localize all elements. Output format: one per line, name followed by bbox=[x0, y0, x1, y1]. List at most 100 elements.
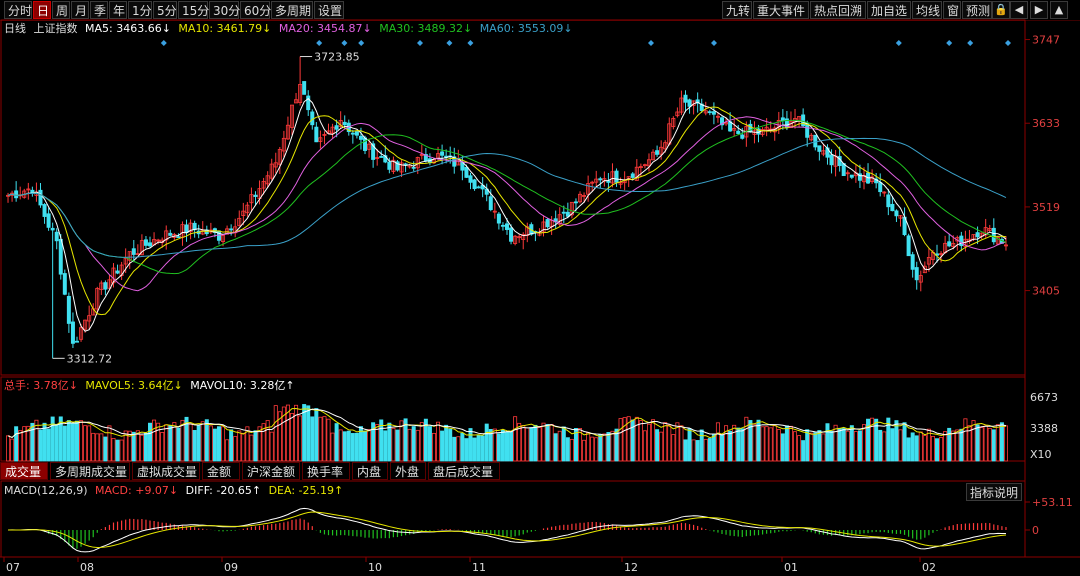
volume-bar bbox=[975, 424, 980, 462]
volume-bar bbox=[513, 416, 518, 462]
volume-bar bbox=[610, 430, 615, 462]
volume-bar bbox=[253, 430, 258, 462]
volume-bar bbox=[817, 430, 822, 462]
volume-bar bbox=[663, 422, 668, 462]
volume-bar bbox=[586, 432, 591, 462]
volume-bar bbox=[602, 433, 607, 462]
volume-bar bbox=[939, 437, 944, 462]
candle-body bbox=[58, 238, 63, 275]
candle-body bbox=[914, 267, 919, 281]
volume-bar bbox=[200, 421, 205, 462]
volume-bar bbox=[914, 435, 919, 462]
candle-body bbox=[70, 321, 75, 344]
volume-bar bbox=[683, 439, 688, 462]
volume-bar bbox=[156, 422, 161, 462]
volume-bar bbox=[480, 435, 485, 462]
volume-bar bbox=[387, 422, 392, 462]
volume-bar bbox=[160, 432, 165, 462]
volume-bar bbox=[273, 405, 278, 462]
candle-body bbox=[975, 232, 980, 238]
candle-body bbox=[813, 134, 818, 148]
volume-bar bbox=[464, 438, 469, 462]
volume-bar bbox=[431, 432, 436, 462]
volume-bar bbox=[452, 436, 457, 462]
volume-bar bbox=[476, 434, 481, 462]
volume-bar bbox=[298, 415, 303, 462]
volume-bar bbox=[651, 419, 656, 462]
volume-bar bbox=[898, 429, 903, 462]
candle-body bbox=[849, 174, 854, 178]
volume-bar bbox=[148, 422, 153, 462]
volume-bar bbox=[833, 424, 838, 462]
candle-body bbox=[545, 219, 550, 228]
candle-body bbox=[894, 210, 899, 217]
volume-bar bbox=[788, 425, 793, 462]
volume-bar bbox=[62, 425, 67, 462]
date-label-1: 08 bbox=[80, 561, 94, 574]
y-tick-label-0: 3747 bbox=[1032, 34, 1060, 47]
date-label-5: 12 bbox=[624, 561, 638, 574]
date-label-6: 01 bbox=[784, 561, 798, 574]
volume-bar bbox=[135, 430, 140, 462]
volume-bar bbox=[728, 430, 733, 462]
volume-bar bbox=[38, 429, 43, 462]
ma30-line bbox=[7, 119, 1007, 275]
volume-bar bbox=[318, 416, 323, 462]
date-label-2: 09 bbox=[224, 561, 238, 574]
volume-bar bbox=[172, 422, 177, 462]
volume-bar bbox=[436, 421, 441, 462]
volume-tick-0: 6673 bbox=[1030, 391, 1058, 404]
candle-body bbox=[683, 94, 688, 103]
high-annotation-label: 3723.85 bbox=[314, 51, 360, 64]
volume-bar bbox=[959, 428, 964, 462]
volume-bar bbox=[306, 405, 311, 462]
candle-body bbox=[387, 161, 392, 170]
volume-bar bbox=[314, 408, 319, 462]
volume-bar bbox=[764, 426, 769, 462]
volume-bar bbox=[529, 427, 534, 462]
volume-bar bbox=[845, 430, 850, 462]
candle-body bbox=[829, 154, 834, 166]
volume-bar bbox=[504, 431, 509, 462]
volume-bar bbox=[192, 430, 197, 462]
volume-bar bbox=[659, 431, 664, 462]
volume-bar bbox=[768, 427, 773, 462]
candle-body bbox=[168, 232, 173, 236]
volume-bar bbox=[66, 420, 71, 462]
volume-bar bbox=[196, 425, 201, 462]
volume-bar bbox=[407, 428, 412, 462]
volume-bar bbox=[83, 425, 88, 462]
volume-bar bbox=[825, 423, 830, 462]
volume-bar bbox=[176, 427, 181, 462]
volume-bar bbox=[415, 429, 420, 462]
candle-body bbox=[46, 213, 51, 228]
volume-bar bbox=[496, 433, 501, 462]
volume-bar bbox=[212, 428, 217, 462]
candle-body bbox=[103, 282, 108, 290]
main-panel-frame bbox=[0, 19, 1026, 376]
volume-bar bbox=[699, 429, 704, 462]
volume-bar bbox=[18, 430, 23, 462]
volume-bar bbox=[606, 432, 611, 462]
volume-bar bbox=[326, 418, 331, 462]
macd-tick-1: 0 bbox=[1032, 524, 1039, 537]
candle-body bbox=[630, 173, 635, 178]
volume-bar bbox=[553, 433, 558, 462]
volume-bar bbox=[509, 430, 514, 462]
volume-bar bbox=[322, 416, 327, 462]
candle-body bbox=[500, 224, 505, 227]
signal-diamond bbox=[648, 40, 654, 46]
volume-bar bbox=[991, 429, 996, 462]
volume-bar bbox=[87, 425, 92, 462]
volume-bar bbox=[34, 419, 39, 462]
volume-bar bbox=[861, 424, 866, 462]
volume-bar bbox=[79, 420, 84, 462]
volume-bar bbox=[440, 430, 445, 462]
candle-body bbox=[606, 180, 611, 183]
volume-bar bbox=[793, 431, 798, 462]
volume-bar bbox=[233, 436, 238, 462]
volume-bar bbox=[598, 433, 603, 462]
candle-body bbox=[476, 186, 481, 189]
volume-bar bbox=[188, 423, 193, 462]
volume-bar bbox=[801, 440, 806, 462]
